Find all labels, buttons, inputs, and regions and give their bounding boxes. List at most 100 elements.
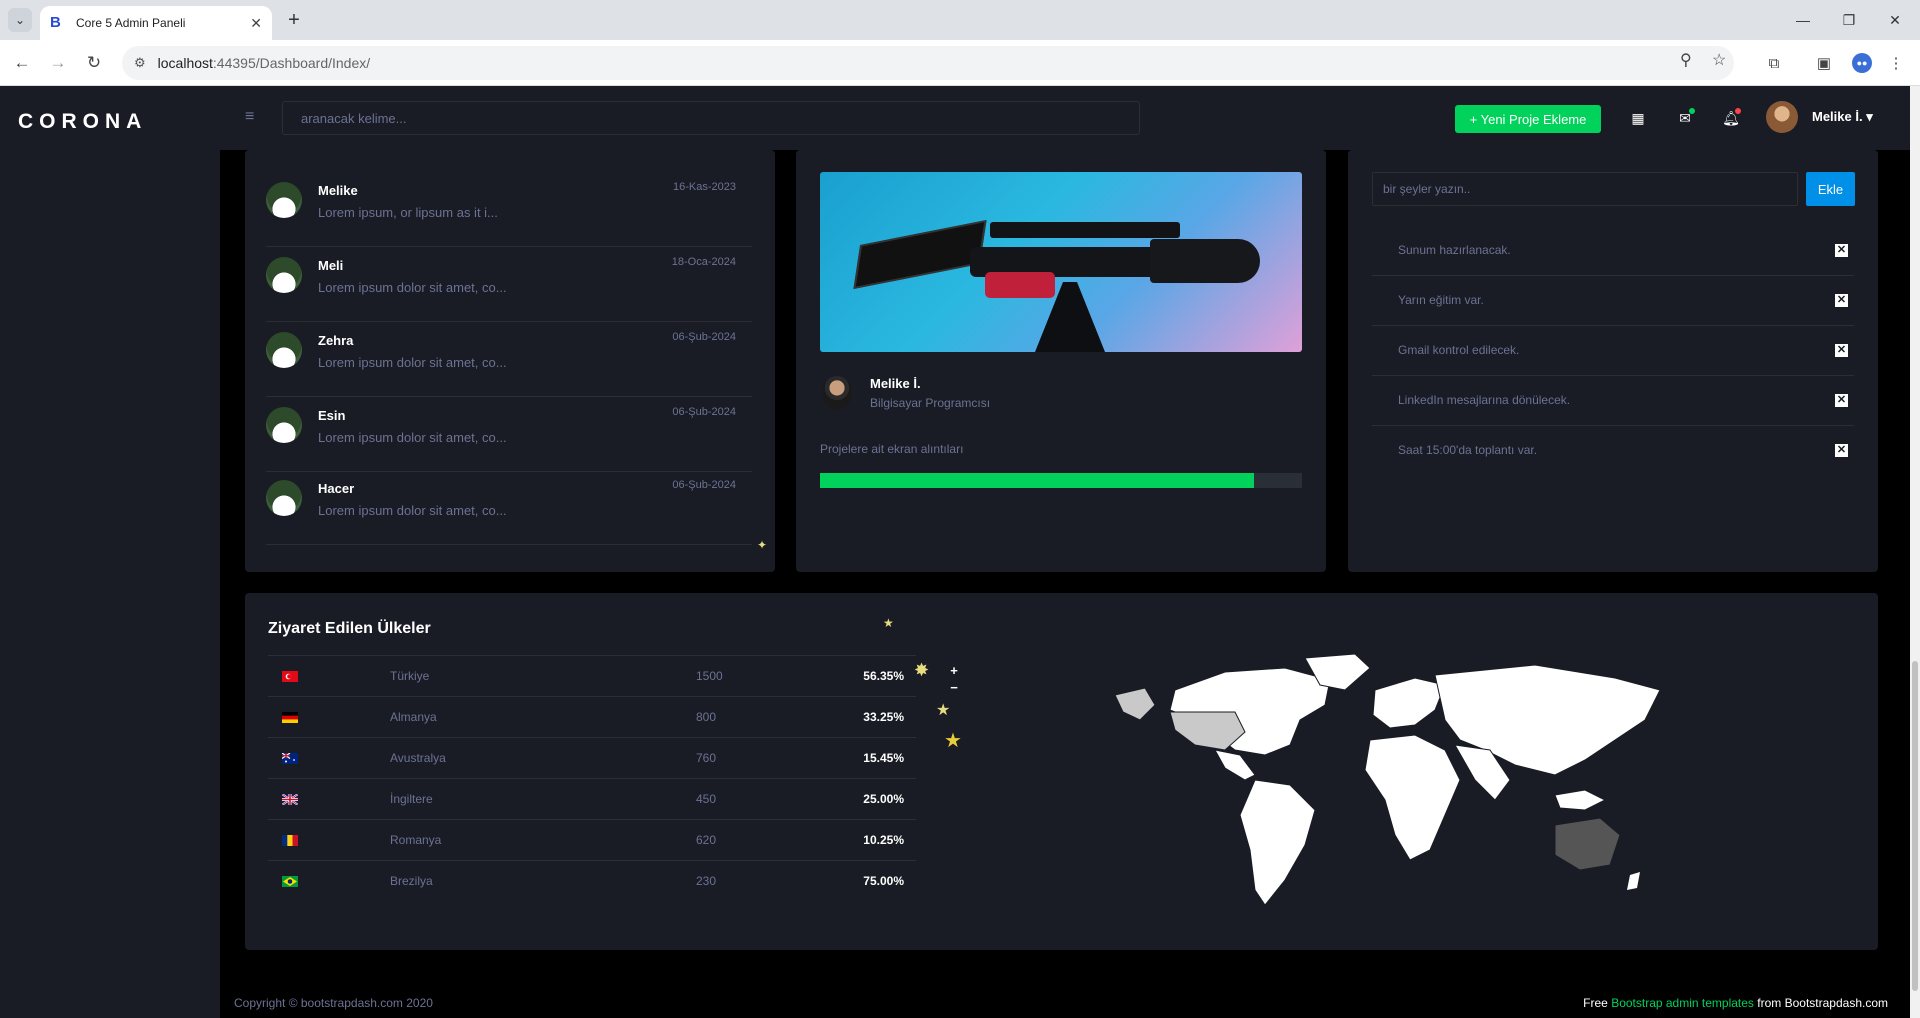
message-date: 06-Şub-2024: [672, 406, 736, 418]
country-percent: 10.25%: [863, 833, 904, 847]
message-date: 06-Şub-2024: [672, 479, 736, 491]
message-date: 06-Şub-2024: [672, 331, 736, 343]
menu-toggle-icon[interactable]: ≡: [245, 108, 254, 126]
browser-tab[interactable]: B Core 5 Admin Paneli ✕: [40, 6, 272, 40]
sidebar: [0, 86, 220, 1018]
remove-icon[interactable]: ✕: [1835, 294, 1848, 307]
window-close-icon[interactable]: ✕: [1872, 0, 1918, 40]
todo-item[interactable]: Yarın eğitim var. ✕: [1372, 276, 1854, 326]
project-owner-role: Bilgisayar Programcısı: [870, 396, 991, 410]
site-info-icon[interactable]: ⚙: [134, 55, 146, 71]
bookmark-star-icon[interactable]: ☆: [1712, 50, 1726, 70]
remove-icon[interactable]: ✕: [1835, 444, 1848, 457]
todo-item[interactable]: Gmail kontrol edilecek. ✕: [1372, 326, 1854, 376]
footer-credit: Free Bootstrap admin templates from Boot…: [1583, 996, 1888, 1010]
grid-icon[interactable]: ▦: [1627, 107, 1649, 129]
visited-countries-title: Ziyaret Edilen Ülkeler: [268, 620, 431, 637]
project-owner-name: Melike İ.: [870, 376, 921, 391]
extensions-icon[interactable]: ⧉: [1762, 51, 1786, 75]
bell-icon[interactable]: 🔔︎: [1720, 107, 1742, 129]
restore-icon[interactable]: ❐: [1826, 0, 1872, 40]
mail-icon[interactable]: ✉: [1674, 107, 1696, 129]
world-map[interactable]: [1115, 650, 1675, 930]
country-row: Brezilya 230 75.00%: [268, 860, 916, 901]
todo-text: Saat 15:00'da toplantı var.: [1398, 443, 1538, 457]
project-description: Projelere ait ekran alıntıları: [820, 442, 964, 456]
sparkle-icon: ★: [883, 616, 894, 630]
message-item[interactable]: Meli Lorem ipsum dolor sit amet, co... 1…: [266, 247, 752, 322]
tab-search-icon[interactable]: ⌄: [8, 8, 32, 32]
new-project-button[interactable]: + Yeni Proje Ekleme: [1455, 105, 1601, 133]
map-region[interactable]: [1554, 817, 1621, 871]
back-icon[interactable]: ←: [10, 51, 34, 75]
page-scrollbar[interactable]: [1910, 86, 1920, 1018]
forward-icon[interactable]: →: [46, 51, 70, 75]
progress-fill: [820, 473, 1254, 488]
browser-menu-icon[interactable]: ⋮: [1884, 51, 1908, 75]
minimize-icon[interactable]: —: [1780, 0, 1826, 40]
sparkle-icon: ✦: [757, 538, 768, 552]
avatar: [266, 407, 302, 443]
message-item[interactable]: Esin Lorem ipsum dolor sit amet, co... 0…: [266, 397, 752, 472]
profile-icon[interactable]: ●●: [1850, 51, 1874, 75]
reload-icon[interactable]: ↻: [82, 51, 106, 75]
map-region[interactable]: [1115, 687, 1156, 721]
country-visits: 620: [696, 833, 717, 847]
message-preview: Lorem ipsum dolor sit amet, co...: [318, 280, 507, 295]
germany-flag-icon: [282, 712, 298, 723]
todo-input[interactable]: bir şeyler yazın..: [1372, 172, 1798, 206]
todo-item[interactable]: Sunum hazırlanacak. ✕: [1372, 226, 1854, 276]
turkey-flag-icon: [282, 671, 298, 682]
todo-item[interactable]: LinkedIn mesajlarına dönülecek. ✕: [1372, 376, 1854, 426]
message-preview: Lorem ipsum dolor sit amet, co...: [318, 503, 507, 518]
country-row: Avustralya 760 15.45%: [268, 737, 916, 778]
country-percent: 15.45%: [863, 751, 904, 765]
message-preview: Lorem ipsum dolor sit amet, co...: [318, 355, 507, 370]
country-row: Almanya 800 33.25%: [268, 696, 916, 737]
message-item[interactable]: Melike Lorem ipsum, or lipsum as it i...…: [266, 172, 752, 247]
url-path: :44395/Dashboard/Index/: [212, 55, 371, 71]
url-bar[interactable]: ⚙ localhost:44395/Dashboard/Index/: [122, 46, 1734, 80]
remove-icon[interactable]: ✕: [1835, 394, 1848, 407]
remove-icon[interactable]: ✕: [1835, 244, 1848, 257]
country-row: Romanya 620 10.25%: [268, 819, 916, 860]
todo-add-button[interactable]: Ekle: [1806, 172, 1855, 206]
avatar: [266, 332, 302, 368]
brazil-flag-icon: [282, 876, 298, 887]
map-zoom-out-button[interactable]: −: [946, 681, 962, 695]
message-date: 18-Oca-2024: [671, 256, 736, 268]
side-panel-icon[interactable]: ▣: [1812, 51, 1836, 75]
user-avatar[interactable]: [1766, 101, 1798, 133]
sparkle-icon: ★: [944, 730, 962, 752]
message-item[interactable]: Hacer Lorem ipsum dolor sit amet, co... …: [266, 470, 752, 545]
scrollbar-thumb[interactable]: [1912, 661, 1918, 991]
brand-logo[interactable]: CORONA: [18, 110, 147, 134]
country-name: Brezilya: [390, 874, 433, 888]
remove-icon[interactable]: ✕: [1835, 344, 1848, 357]
user-name[interactable]: Melike İ. ▾: [1812, 109, 1873, 125]
country-visits: 760: [696, 751, 717, 765]
country-row: Türkiye 1500 56.35%: [268, 655, 916, 696]
country-visits: 1500: [696, 669, 723, 683]
message-date: 16-Kas-2023: [673, 181, 736, 193]
tab-close-icon[interactable]: ✕: [250, 15, 262, 32]
todo-text: Gmail kontrol edilecek.: [1398, 343, 1520, 357]
zoom-icon[interactable]: ⚲: [1680, 50, 1692, 70]
todo-item[interactable]: Saat 15:00'da toplantı var. ✕: [1372, 426, 1854, 476]
url-host: localhost: [157, 55, 213, 71]
new-tab-icon[interactable]: +: [282, 8, 306, 32]
footer-link[interactable]: Bootstrap admin templates: [1611, 996, 1754, 1010]
country-visits: 450: [696, 792, 717, 806]
message-sender: Zehra: [318, 333, 354, 348]
map-zoom-in-button[interactable]: +: [946, 664, 962, 678]
country-name: İngiltere: [390, 792, 433, 806]
project-progress-bar: [820, 473, 1302, 488]
message-sender: Melike: [318, 183, 358, 198]
avatar: [266, 480, 302, 516]
uk-flag-icon: [282, 794, 298, 805]
todo-text: Yarın eğitim var.: [1398, 293, 1484, 307]
search-input[interactable]: aranacak kelime...: [282, 101, 1140, 135]
message-item[interactable]: Zehra Lorem ipsum dolor sit amet, co... …: [266, 322, 752, 397]
country-name: Türkiye: [390, 669, 430, 683]
project-image[interactable]: [820, 172, 1302, 352]
